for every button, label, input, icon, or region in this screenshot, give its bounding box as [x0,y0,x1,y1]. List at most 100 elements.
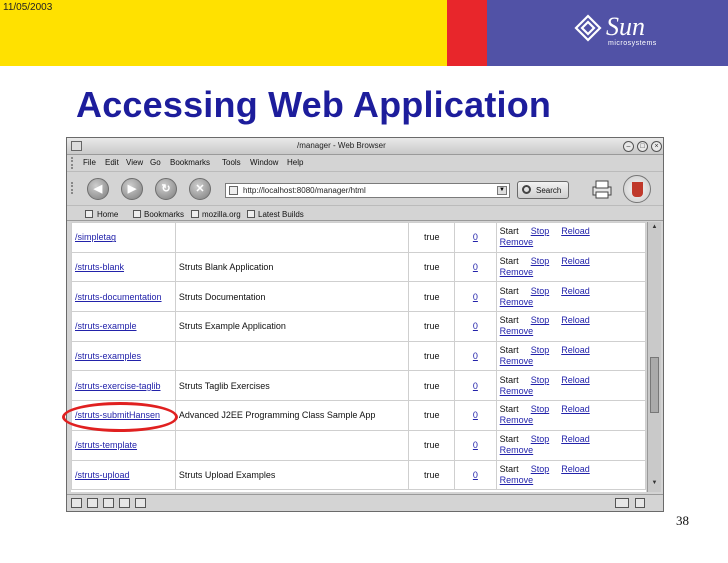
forward-arrow-icon[interactable]: ▶ [121,178,143,200]
scroll-up-icon[interactable]: ▲ [650,224,659,233]
search-icon [522,185,531,194]
stop-icon[interactable]: ✕ [189,178,211,200]
app-path-link[interactable]: /struts-blank [75,262,124,272]
stop-link[interactable]: Stop [531,375,550,385]
reload-link[interactable]: Reload [561,286,590,296]
reload-link[interactable]: Reload [561,345,590,355]
highlight-oval [62,402,178,432]
app-sessions-link[interactable]: 0 [473,262,478,272]
app-sessions-link[interactable]: 0 [473,232,478,242]
url-field[interactable]: http://localhost:8080/manager/html ▼ [225,183,510,198]
app-path-link[interactable]: /struts-examples [75,351,141,361]
address-book-icon[interactable] [135,498,146,508]
app-path-link[interactable]: /struts-documentation [75,292,162,302]
menu-edit[interactable]: Edit [105,158,119,167]
menu-bookmarks[interactable]: Bookmarks [170,158,210,167]
app-running: true [408,340,456,372]
menu-window[interactable]: Window [250,158,278,167]
stop-link[interactable]: Stop [531,434,550,444]
remove-link[interactable]: Remove [500,415,534,425]
app-display-name: Struts Example Application [174,311,410,342]
remove-link[interactable]: Remove [500,386,534,396]
close-icon[interactable]: × [651,141,662,152]
security-lock-icon[interactable] [635,498,645,508]
menu-file[interactable]: File [83,158,96,167]
chevron-down-icon[interactable]: ▼ [497,186,507,195]
reload-link[interactable]: Reload [561,464,590,474]
reload-link[interactable]: Reload [561,375,590,385]
browser-icon[interactable] [71,498,82,508]
scroll-down-icon[interactable]: ▼ [650,480,659,489]
print-icon[interactable] [591,178,613,200]
bookmark-bookmarks[interactable]: Bookmarks [144,210,184,219]
stop-link[interactable]: Stop [531,315,550,325]
table-row: /struts-example Struts Example Applicatio… [71,311,646,342]
toolbar-grip-icon[interactable] [71,157,77,169]
reload-link[interactable]: Reload [561,434,590,444]
app-sessions-link[interactable]: 0 [473,292,478,302]
menu-tools[interactable]: Tools [222,158,241,167]
minimize-icon[interactable]: – [623,141,634,152]
stop-link[interactable]: Stop [531,286,550,296]
slide-date: 11/05/2003 [3,2,53,13]
stop-link[interactable]: Stop [531,256,550,266]
app-sessions-link[interactable]: 0 [473,440,478,450]
remove-link[interactable]: Remove [500,475,534,485]
remove-link[interactable]: Remove [500,237,534,247]
app-sessions-link[interactable]: 0 [473,351,478,361]
activity-throbber-icon[interactable] [623,175,651,203]
window-titlebar: /manager - Web Browser – □ × [67,138,663,155]
app-sessions-link[interactable]: 0 [473,321,478,331]
home-icon [85,210,93,218]
stop-link[interactable]: Stop [531,226,550,236]
mozilla-icon [191,210,199,218]
maximize-icon[interactable]: □ [637,141,648,152]
search-button[interactable]: Search [517,181,569,199]
window-menu-icon[interactable] [71,141,82,151]
menu-go[interactable]: Go [150,158,161,167]
bookmark-latest-builds[interactable]: Latest Builds [258,210,304,219]
mail-icon[interactable] [87,498,98,508]
app-path-link[interactable]: /struts-template [75,440,137,450]
app-sessions-link[interactable]: 0 [473,410,478,420]
remove-link[interactable]: Remove [500,267,534,277]
start-label: Start [499,256,519,267]
reload-link[interactable]: Reload [561,404,590,414]
stop-link[interactable]: Stop [531,464,550,474]
menu-view[interactable]: View [126,158,143,167]
composer-icon[interactable] [103,498,114,508]
reload-link[interactable]: Reload [561,315,590,325]
start-label: Start [499,463,519,474]
back-arrow-icon[interactable]: ◀ [87,178,109,200]
sun-logo-icon [574,14,602,42]
toolbar-grip-icon[interactable] [71,182,77,194]
stop-link[interactable]: Stop [531,345,550,355]
app-sessions-link[interactable]: 0 [473,381,478,391]
chat-icon[interactable] [119,498,130,508]
remove-link[interactable]: Remove [500,297,534,307]
remove-link[interactable]: Remove [500,326,534,336]
reload-icon[interactable]: ↻ [155,178,177,200]
search-button-label: Search [536,186,562,195]
reload-link[interactable]: Reload [561,226,590,236]
scroll-thumb[interactable] [650,357,659,413]
stop-link[interactable]: Stop [531,404,550,414]
browser-window: /manager - Web Browser – □ × File Edit V… [66,137,664,512]
online-status-icon[interactable] [615,498,629,508]
app-running: true [408,400,456,431]
bookmark-mozilla[interactable]: mozilla.org [202,210,241,219]
app-path-link[interactable]: /simpletag [75,232,116,242]
start-label: Start [499,374,519,385]
menu-help[interactable]: Help [287,158,303,167]
app-path-link[interactable]: /struts-example [75,321,137,331]
vertical-scrollbar[interactable]: ▲ ▼ [647,222,661,492]
url-text: http://localhost:8080/manager/html [243,186,366,195]
reload-link[interactable]: Reload [561,256,590,266]
app-path-link[interactable]: /struts-upload [75,470,130,480]
bookmark-home[interactable]: Home [97,210,118,219]
app-sessions-link[interactable]: 0 [473,470,478,480]
remove-link[interactable]: Remove [500,445,534,455]
app-path-link[interactable]: /struts-exercise-taglib [75,381,161,391]
remove-link[interactable]: Remove [500,356,534,366]
status-bar [67,494,663,511]
